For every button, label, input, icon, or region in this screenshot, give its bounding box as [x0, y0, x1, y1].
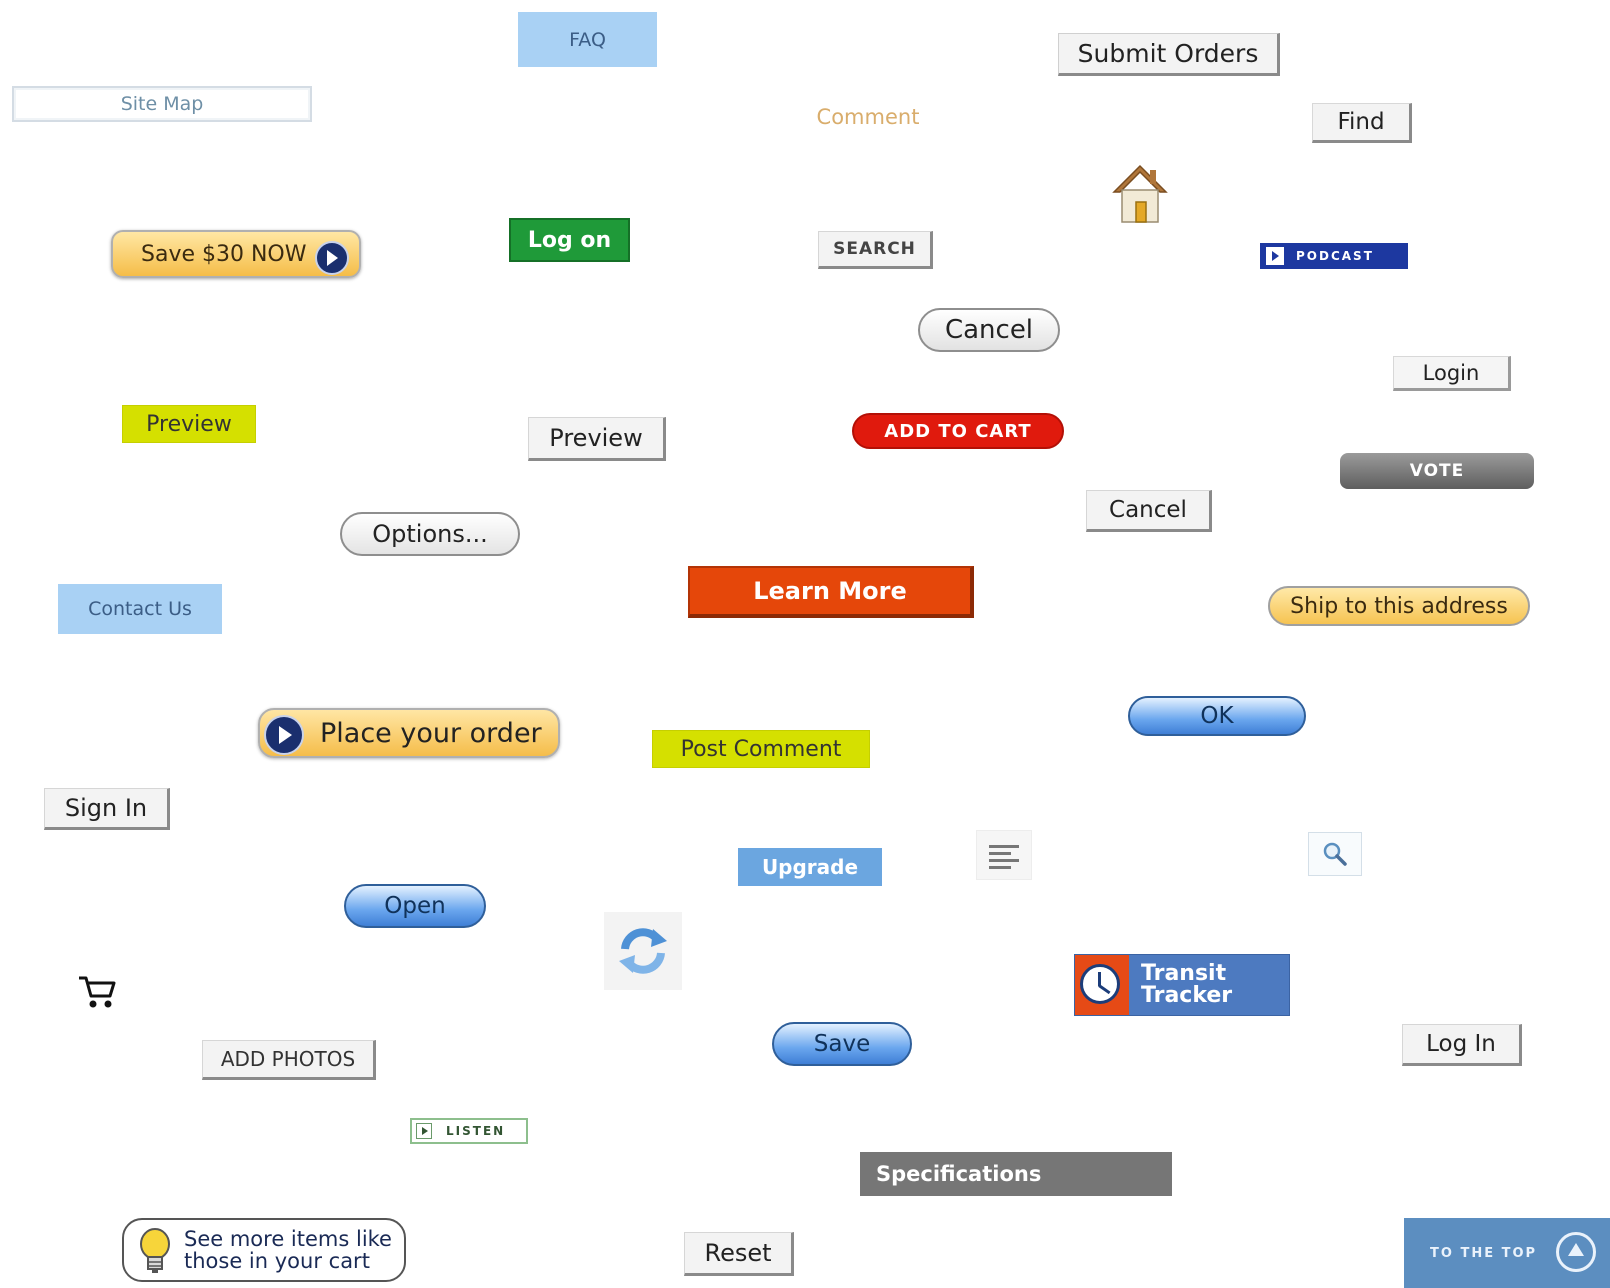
- transit-line1: Transit: [1141, 961, 1227, 986]
- home-icon[interactable]: [1110, 162, 1170, 226]
- faq-button[interactable]: FAQ: [518, 12, 657, 67]
- transit-line2: Tracker: [1141, 983, 1233, 1008]
- add-photos-button[interactable]: ADD PHOTOS: [202, 1040, 376, 1080]
- sign-in-button[interactable]: Sign In: [44, 788, 170, 830]
- play-icon: [416, 1123, 432, 1139]
- submit-orders-button[interactable]: Submit Orders: [1058, 33, 1280, 76]
- options-button[interactable]: Options...: [340, 512, 520, 556]
- align-line: [989, 845, 1019, 848]
- lightbulb-icon: [138, 1226, 172, 1276]
- play-icon: [264, 715, 304, 755]
- specifications-button[interactable]: Specifications: [860, 1152, 1172, 1196]
- podcast-label: PODCAST: [1296, 249, 1374, 263]
- transit-tracker-button[interactable]: Transit Tracker: [1074, 954, 1290, 1016]
- site-map-button[interactable]: Site Map: [12, 86, 312, 122]
- open-button[interactable]: Open: [344, 884, 486, 928]
- see-more-line1: See more items like: [184, 1227, 392, 1251]
- preview-button-gray[interactable]: Preview: [528, 417, 666, 461]
- reset-button[interactable]: Reset: [684, 1232, 794, 1276]
- ok-button[interactable]: OK: [1128, 696, 1306, 736]
- see-more-items-button[interactable]: See more items like those in your cart: [122, 1218, 406, 1282]
- see-more-label: See more items like those in your cart: [184, 1228, 392, 1272]
- add-to-cart-button[interactable]: ADD TO CART: [852, 413, 1064, 449]
- post-comment-button[interactable]: Post Comment: [652, 730, 870, 768]
- cancel-button-square[interactable]: Cancel: [1086, 490, 1212, 532]
- to-the-top-button[interactable]: TO THE TOP: [1404, 1218, 1610, 1288]
- save-30-now-button[interactable]: Save $30 NOW: [111, 230, 361, 278]
- search-button[interactable]: SEARCH: [818, 231, 933, 269]
- log-on-button[interactable]: Log on: [509, 218, 630, 262]
- ship-to-this-address-button[interactable]: Ship to this address: [1268, 586, 1530, 626]
- refresh-icon[interactable]: [604, 912, 682, 990]
- log-in-button[interactable]: Log In: [1402, 1024, 1522, 1066]
- shopping-cart-icon[interactable]: [74, 972, 120, 1012]
- clock-icon: [1080, 964, 1120, 1004]
- arrow-up-circle-icon: [1556, 1232, 1596, 1272]
- find-button[interactable]: Find: [1312, 103, 1412, 143]
- comment-link[interactable]: Comment: [800, 100, 936, 134]
- play-icon: [1266, 247, 1284, 265]
- upgrade-button[interactable]: Upgrade: [738, 848, 882, 886]
- place-your-order-button[interactable]: Place your order: [258, 708, 560, 758]
- magnifier-icon[interactable]: [1308, 832, 1362, 876]
- contact-us-button[interactable]: Contact Us: [58, 584, 222, 634]
- text-align-left-icon[interactable]: [976, 830, 1032, 880]
- cancel-button[interactable]: Cancel: [918, 308, 1060, 352]
- see-more-line2: those in your cart: [184, 1249, 370, 1273]
- align-line: [989, 866, 1011, 869]
- save-button[interactable]: Save: [772, 1022, 912, 1066]
- to-the-top-label: TO THE TOP: [1430, 1245, 1538, 1261]
- preview-button-yellow[interactable]: Preview: [122, 405, 256, 443]
- align-line: [989, 859, 1019, 862]
- save-30-now-label: Save $30 NOW: [141, 241, 307, 267]
- vote-button[interactable]: VOTE: [1340, 453, 1534, 489]
- clock-icon-box: [1075, 955, 1129, 1015]
- listen-label: LISTEN: [446, 1124, 506, 1138]
- learn-more-button[interactable]: Learn More: [688, 566, 974, 618]
- login-button[interactable]: Login: [1393, 356, 1511, 391]
- listen-button[interactable]: LISTEN: [410, 1118, 528, 1144]
- podcast-button[interactable]: PODCAST: [1260, 243, 1408, 269]
- align-line: [989, 852, 1011, 855]
- play-icon: [315, 241, 349, 275]
- transit-tracker-label: Transit Tracker: [1141, 963, 1232, 1007]
- place-your-order-label: Place your order: [320, 717, 542, 749]
